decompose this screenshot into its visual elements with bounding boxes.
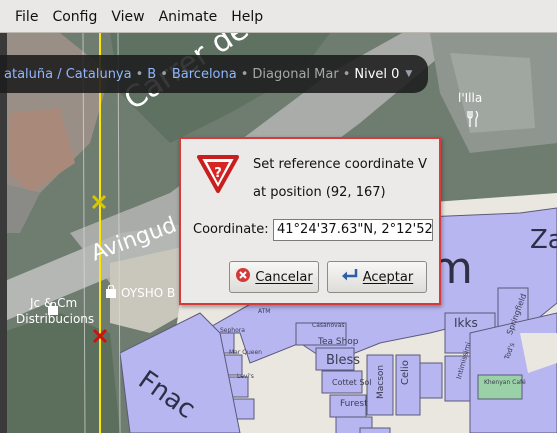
shop-label-ikks: Ikks xyxy=(454,316,478,330)
cancel-button[interactable]: Cancelar xyxy=(229,261,319,293)
shopping-bag-icon[interactable] xyxy=(46,302,60,316)
poi-label-illa: l'Illa xyxy=(458,91,483,105)
cancel-icon xyxy=(235,267,251,287)
shop-label-mar-queen: Mar Queen xyxy=(229,349,262,356)
shop-label-casanovas: Casanovas xyxy=(312,322,345,329)
breadcrumb-separator: • xyxy=(160,66,168,82)
warning-question-icon: ? xyxy=(195,153,241,195)
shop-label-macson: Macson xyxy=(376,364,386,399)
breadcrumb-item-barcelona[interactable]: Barcelona xyxy=(172,67,237,82)
poi-label-oysho: OYSHO B xyxy=(121,286,176,300)
shop-label-atm: ATM xyxy=(258,308,271,315)
breadcrumb-item-b[interactable]: B xyxy=(147,67,156,82)
shop-label-celio: Celio xyxy=(400,360,411,385)
breadcrumb-item-nivel[interactable]: Nivel 0 xyxy=(354,67,399,82)
shop-label-levis: Levi's xyxy=(237,373,254,380)
breadcrumb-separator: • xyxy=(135,66,144,82)
breadcrumb-item-catalunya[interactable]: ataluña / Catalunya xyxy=(4,67,132,82)
coordinate-label: Coordinate: xyxy=(193,222,269,237)
menu-config[interactable]: Config xyxy=(45,0,104,33)
shop-label-furest: Furest xyxy=(340,399,368,409)
accept-button[interactable]: Aceptar xyxy=(327,261,427,293)
shop-label-cottet-sol: Cottet Sol xyxy=(332,378,372,387)
menu-help[interactable]: Help xyxy=(224,0,270,33)
menu-bar: File Config View Animate Help xyxy=(0,0,557,33)
menu-file[interactable]: File xyxy=(8,0,45,33)
shopping-bag-icon[interactable] xyxy=(104,285,118,299)
accept-button-label: Aceptar xyxy=(362,269,414,285)
shop-label-sephora: Sephora xyxy=(220,327,245,334)
set-reference-dialog: ? Set reference coordinate V at position… xyxy=(179,137,441,305)
breadcrumb-separator: • xyxy=(342,66,351,82)
menu-view[interactable]: View xyxy=(104,0,151,33)
dialog-title-line2: at position (92, 167) xyxy=(253,185,386,200)
menu-animate[interactable]: Animate xyxy=(152,0,225,33)
red-marker-x-icon[interactable] xyxy=(91,327,109,345)
dialog-title-line1: Set reference coordinate V xyxy=(253,157,428,172)
breadcrumb-item-diagonal-mar[interactable]: Diagonal Mar xyxy=(252,67,338,82)
shop-label-bless: Bless xyxy=(326,353,361,368)
shop-label-khenyan: Khenyan Café xyxy=(484,379,526,386)
caret-down-icon[interactable]: ▼ xyxy=(405,69,412,79)
breadcrumb-separator: • xyxy=(240,66,249,82)
restaurant-icon[interactable] xyxy=(466,110,480,128)
enter-arrow-icon xyxy=(341,267,359,287)
mall-label-za: Za xyxy=(530,225,557,255)
coordinate-input[interactable]: 41°24'37.63"N, 2°12'52 xyxy=(273,219,433,241)
cancel-button-label: Cancelar xyxy=(255,269,313,285)
shop-label-tea-shop: Tea Shop xyxy=(318,337,359,347)
dialog-message: Set reference coordinate V at position (… xyxy=(253,151,427,207)
yellow-marker-x-icon[interactable] xyxy=(90,193,108,211)
breadcrumb: ataluña / Catalunya • B • Barcelona • Di… xyxy=(0,55,428,93)
svg-text:?: ? xyxy=(214,166,222,181)
